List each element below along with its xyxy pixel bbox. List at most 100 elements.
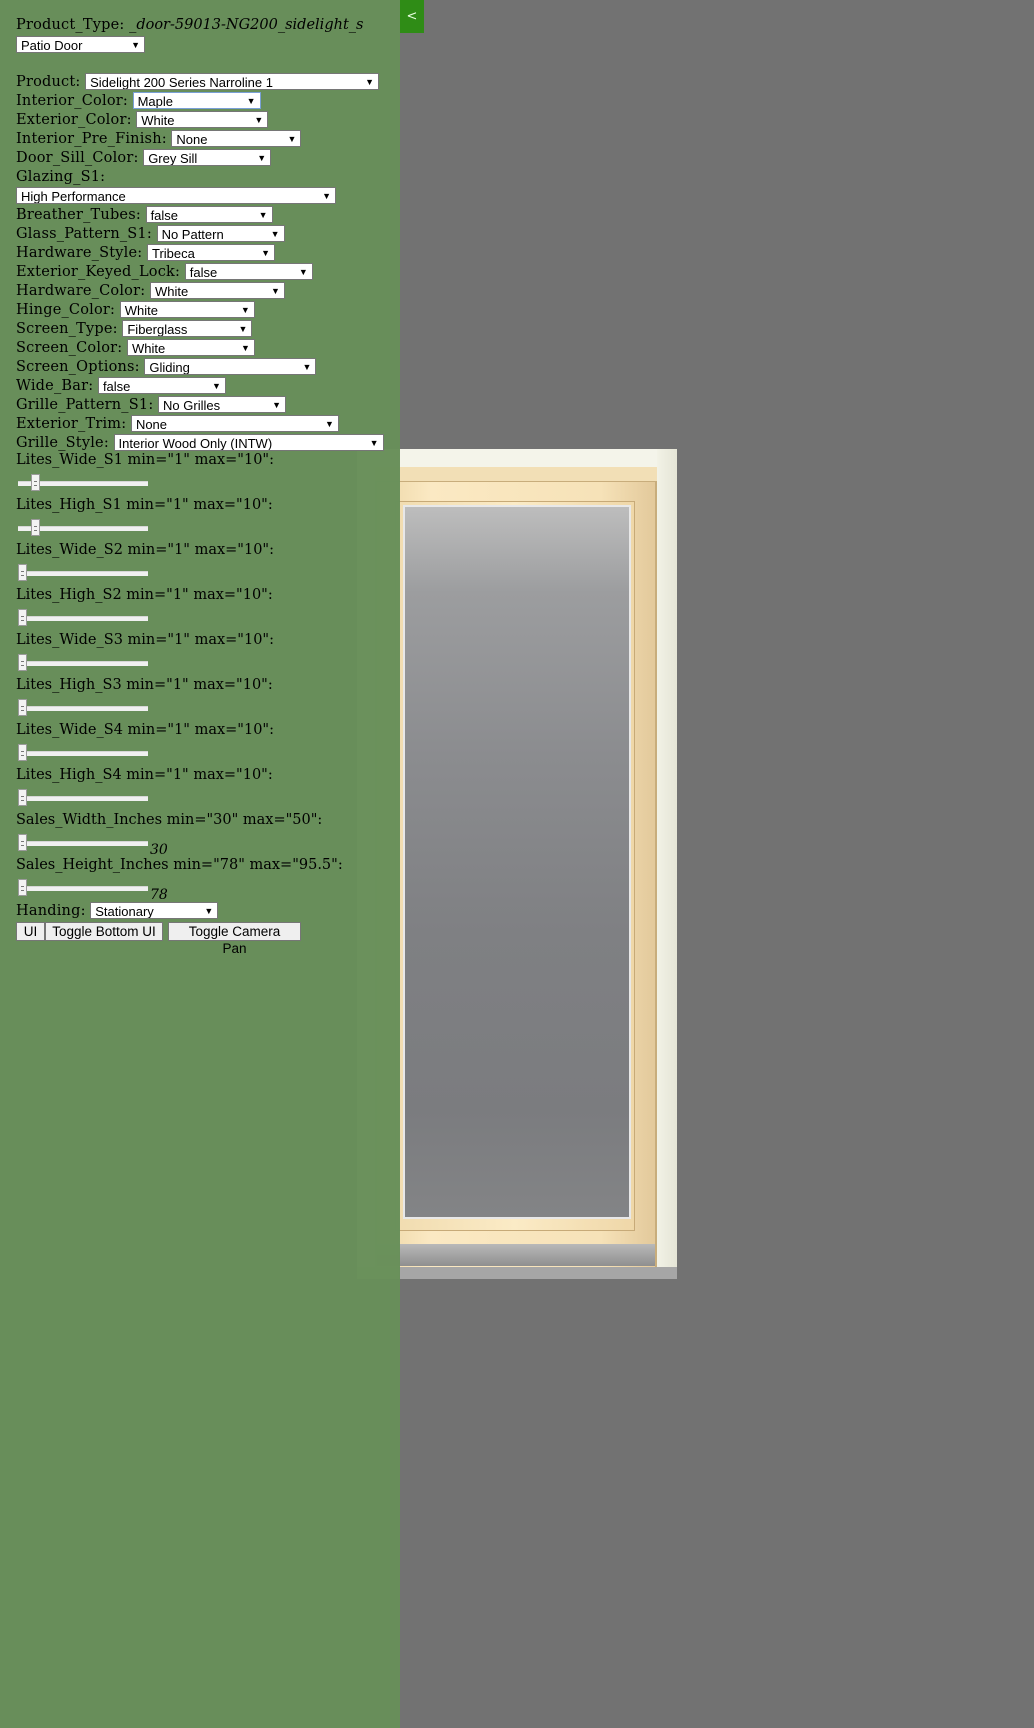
slider-label: Sales_Width_Inches min="30" max="50":	[16, 812, 323, 828]
field-row: Glass_Pattern_S1: No Pattern ▼	[16, 225, 285, 244]
option-select-value: Sidelight 200 Series Narroline 1	[90, 75, 273, 90]
slider-thumb[interactable]	[18, 564, 27, 581]
option-select[interactable]: No Pattern ▼	[156, 225, 285, 242]
range-slider[interactable]	[18, 834, 148, 851]
slider-thumb[interactable]	[31, 519, 40, 536]
field-label: Exterior_Trim:	[16, 416, 127, 432]
slider-label: Lites_High_S3 min="1" max="10":	[16, 677, 273, 693]
field-label: Grille_Pattern_S1:	[16, 397, 154, 413]
frame-head	[375, 467, 657, 482]
chevron-down-icon: ▼	[302, 362, 312, 372]
option-select[interactable]: White ▼	[119, 301, 255, 318]
field-row: Interior_Pre_Finish: None ▼	[16, 130, 302, 149]
slider-thumb[interactable]	[18, 834, 27, 851]
range-slider[interactable]	[18, 789, 148, 806]
option-select[interactable]: White ▼	[136, 111, 269, 128]
product-type-select-row: Patio Door ▼	[16, 36, 145, 55]
slider-thumb[interactable]	[18, 744, 27, 761]
field-label: Hinge_Color:	[16, 302, 116, 318]
product-type-value: _door-59013-NG200_sidelight_s	[129, 17, 364, 33]
option-select[interactable]: Fiberglass ▼	[122, 320, 253, 337]
option-select[interactable]: None ▼	[171, 130, 302, 147]
range-slider[interactable]	[18, 519, 148, 536]
option-select[interactable]: Maple ▼	[132, 92, 261, 109]
field-row: Door_Sill_Color: Grey Sill ▼	[16, 149, 272, 168]
option-select-value: Grey Sill	[148, 151, 198, 166]
option-select[interactable]: Interior Wood Only (INTW) ▼	[113, 434, 384, 451]
chevron-down-icon: ▼	[257, 153, 267, 163]
slider-label: Lites_High_S1 min="1" max="10":	[16, 497, 273, 513]
range-slider[interactable]	[18, 744, 148, 761]
chevron-down-icon: ▼	[238, 324, 248, 334]
field-label: Interior_Color:	[16, 93, 128, 109]
chevron-down-icon: ▼	[254, 115, 264, 125]
chevron-down-icon: ▼	[369, 438, 379, 448]
option-select[interactable]: false ▼	[97, 377, 226, 394]
option-select-value: White	[141, 113, 175, 128]
option-select[interactable]: Sidelight 200 Series Narroline 1 ▼	[85, 73, 380, 90]
option-select-value: Gliding	[149, 360, 190, 375]
field-row: Screen_Type: Fiberglass ▼	[16, 320, 253, 339]
range-slider[interactable]	[18, 879, 148, 896]
field-row: Hinge_Color: White ▼	[16, 301, 255, 320]
chevron-down-icon: ▼	[246, 96, 256, 106]
field-label: Wide_Bar:	[16, 378, 94, 394]
option-select[interactable]: No Grilles ▼	[158, 396, 287, 413]
field-label: Exterior_Keyed_Lock:	[16, 264, 181, 280]
field-row: Screen_Options: Gliding ▼	[16, 358, 317, 377]
chevron-down-icon: ▼	[204, 906, 214, 916]
range-slider[interactable]	[18, 564, 148, 581]
toggle-camera-pan-button[interactable]: Toggle Camera Pan	[168, 922, 301, 956]
slider-thumb[interactable]	[18, 654, 27, 671]
field-label: Glass_Pattern_S1:	[16, 226, 152, 242]
field-label: Hardware_Color:	[16, 283, 146, 299]
option-select[interactable]: false ▼	[184, 263, 313, 280]
option-select[interactable]: false ▼	[145, 206, 273, 223]
chevron-down-icon: ▼	[322, 191, 331, 201]
slider-thumb[interactable]	[18, 789, 27, 806]
slider-thumb[interactable]	[31, 474, 40, 491]
handing-select[interactable]: Stationary ▼	[90, 902, 219, 919]
option-select-value: None	[135, 417, 168, 432]
field-label: Screen_Color:	[16, 340, 123, 356]
range-slider[interactable]	[18, 699, 148, 716]
chevron-down-icon: ▼	[258, 210, 268, 220]
slider-thumb[interactable]	[18, 699, 27, 716]
product-type-select[interactable]: Patio Door ▼	[16, 36, 145, 53]
slider-thumb[interactable]	[18, 609, 27, 626]
toggle-bottom-ui-button[interactable]: Toggle Bottom UI	[45, 922, 163, 941]
option-select[interactable]: Grey Sill ▼	[143, 149, 272, 166]
option-select-value: None	[176, 132, 208, 147]
option-select-value: Maple	[137, 94, 173, 109]
range-slider[interactable]	[18, 609, 148, 626]
field-label: Interior_Pre_Finish:	[16, 131, 167, 147]
product-type-row: Product_Type: _door-59013-NG200_sideligh…	[16, 16, 363, 35]
field-row: Breather_Tubes: false ▼	[16, 206, 273, 225]
option-select-value: false	[150, 208, 179, 223]
option-select[interactable]: Tribeca ▼	[147, 244, 275, 261]
door-preview	[357, 449, 677, 1279]
option-select[interactable]: None ▼	[130, 415, 339, 432]
field-label: Screen_Options:	[16, 359, 140, 375]
option-select-value: Fiberglass	[127, 322, 188, 337]
option-select-value: Tribeca	[152, 246, 195, 261]
option-select[interactable]: White ▼	[126, 339, 255, 356]
chevron-down-icon: ▼	[298, 267, 308, 277]
slider-thumb[interactable]	[18, 879, 27, 896]
option-select-value: Interior Wood Only (INTW)	[118, 436, 273, 451]
option-select[interactable]: White ▼	[149, 282, 285, 299]
collapse-panel-button[interactable]: <	[400, 0, 424, 33]
option-select[interactable]: High Performance ▼	[16, 187, 336, 204]
field-select-row: High Performance ▼	[16, 187, 336, 206]
chevron-down-icon: ▼	[287, 134, 297, 144]
range-slider[interactable]	[18, 474, 148, 491]
option-select[interactable]: Gliding ▼	[144, 358, 317, 375]
range-slider[interactable]	[18, 654, 148, 671]
ui-button[interactable]: UI	[16, 922, 45, 941]
field-row: Screen_Color: White ▼	[16, 339, 255, 358]
slider-label: Lites_Wide_S3 min="1" max="10":	[16, 632, 274, 648]
chevron-down-icon: ▼	[241, 343, 250, 353]
slider-label: Lites_Wide_S1 min="1" max="10":	[16, 452, 274, 468]
field-label: Exterior_Color:	[16, 112, 132, 128]
slider-readout: 78	[150, 887, 168, 903]
